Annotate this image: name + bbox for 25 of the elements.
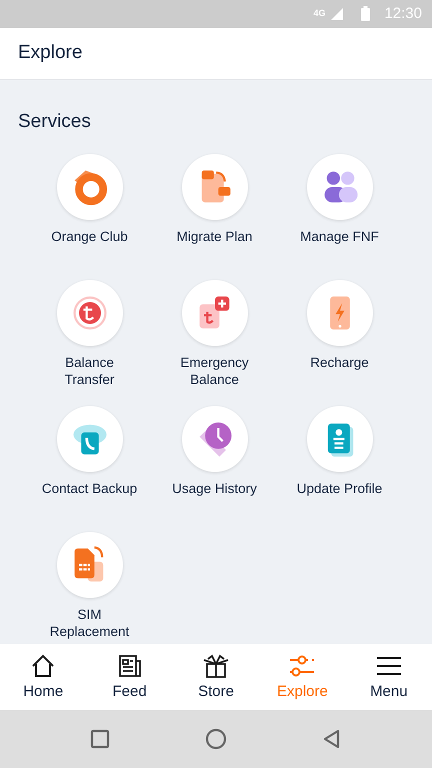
service-tile[interactable]: Orange Club — [27, 154, 152, 266]
service-tile[interactable]: Contact Backup — [27, 406, 152, 518]
service-tile[interactable]: SIM Replacement — [27, 532, 152, 644]
service-tile[interactable]: Emergency Balance — [152, 280, 277, 392]
service-tile[interactable]: Migrate Plan — [152, 154, 277, 266]
page-title: Explore — [18, 42, 82, 64]
signal-icon — [331, 8, 344, 20]
back-icon[interactable] — [322, 729, 342, 750]
home-circle-icon[interactable] — [205, 728, 227, 750]
service-tile[interactable]: Recharge — [277, 280, 402, 392]
square-icon[interactable] — [90, 729, 110, 750]
service-tile[interactable]: Balance Transfer — [27, 280, 152, 392]
sliders-icon — [288, 653, 316, 680]
service-tile[interactable]: Manage FNF — [277, 154, 402, 266]
nav-tab[interactable]: Menu — [346, 644, 432, 710]
nav-tab[interactable]: Home — [0, 644, 86, 710]
service-tile[interactable]: Update Profile — [277, 406, 402, 518]
nav-tab[interactable]: Feed — [86, 644, 173, 710]
battery-icon — [361, 6, 370, 22]
section-title: Services — [18, 110, 92, 133]
service-tile[interactable]: Usage History — [152, 406, 277, 518]
newspaper-icon — [116, 653, 143, 680]
gift-box-icon — [202, 653, 230, 680]
nav-tab[interactable]: Store — [172, 644, 260, 710]
home-icon — [30, 653, 56, 680]
